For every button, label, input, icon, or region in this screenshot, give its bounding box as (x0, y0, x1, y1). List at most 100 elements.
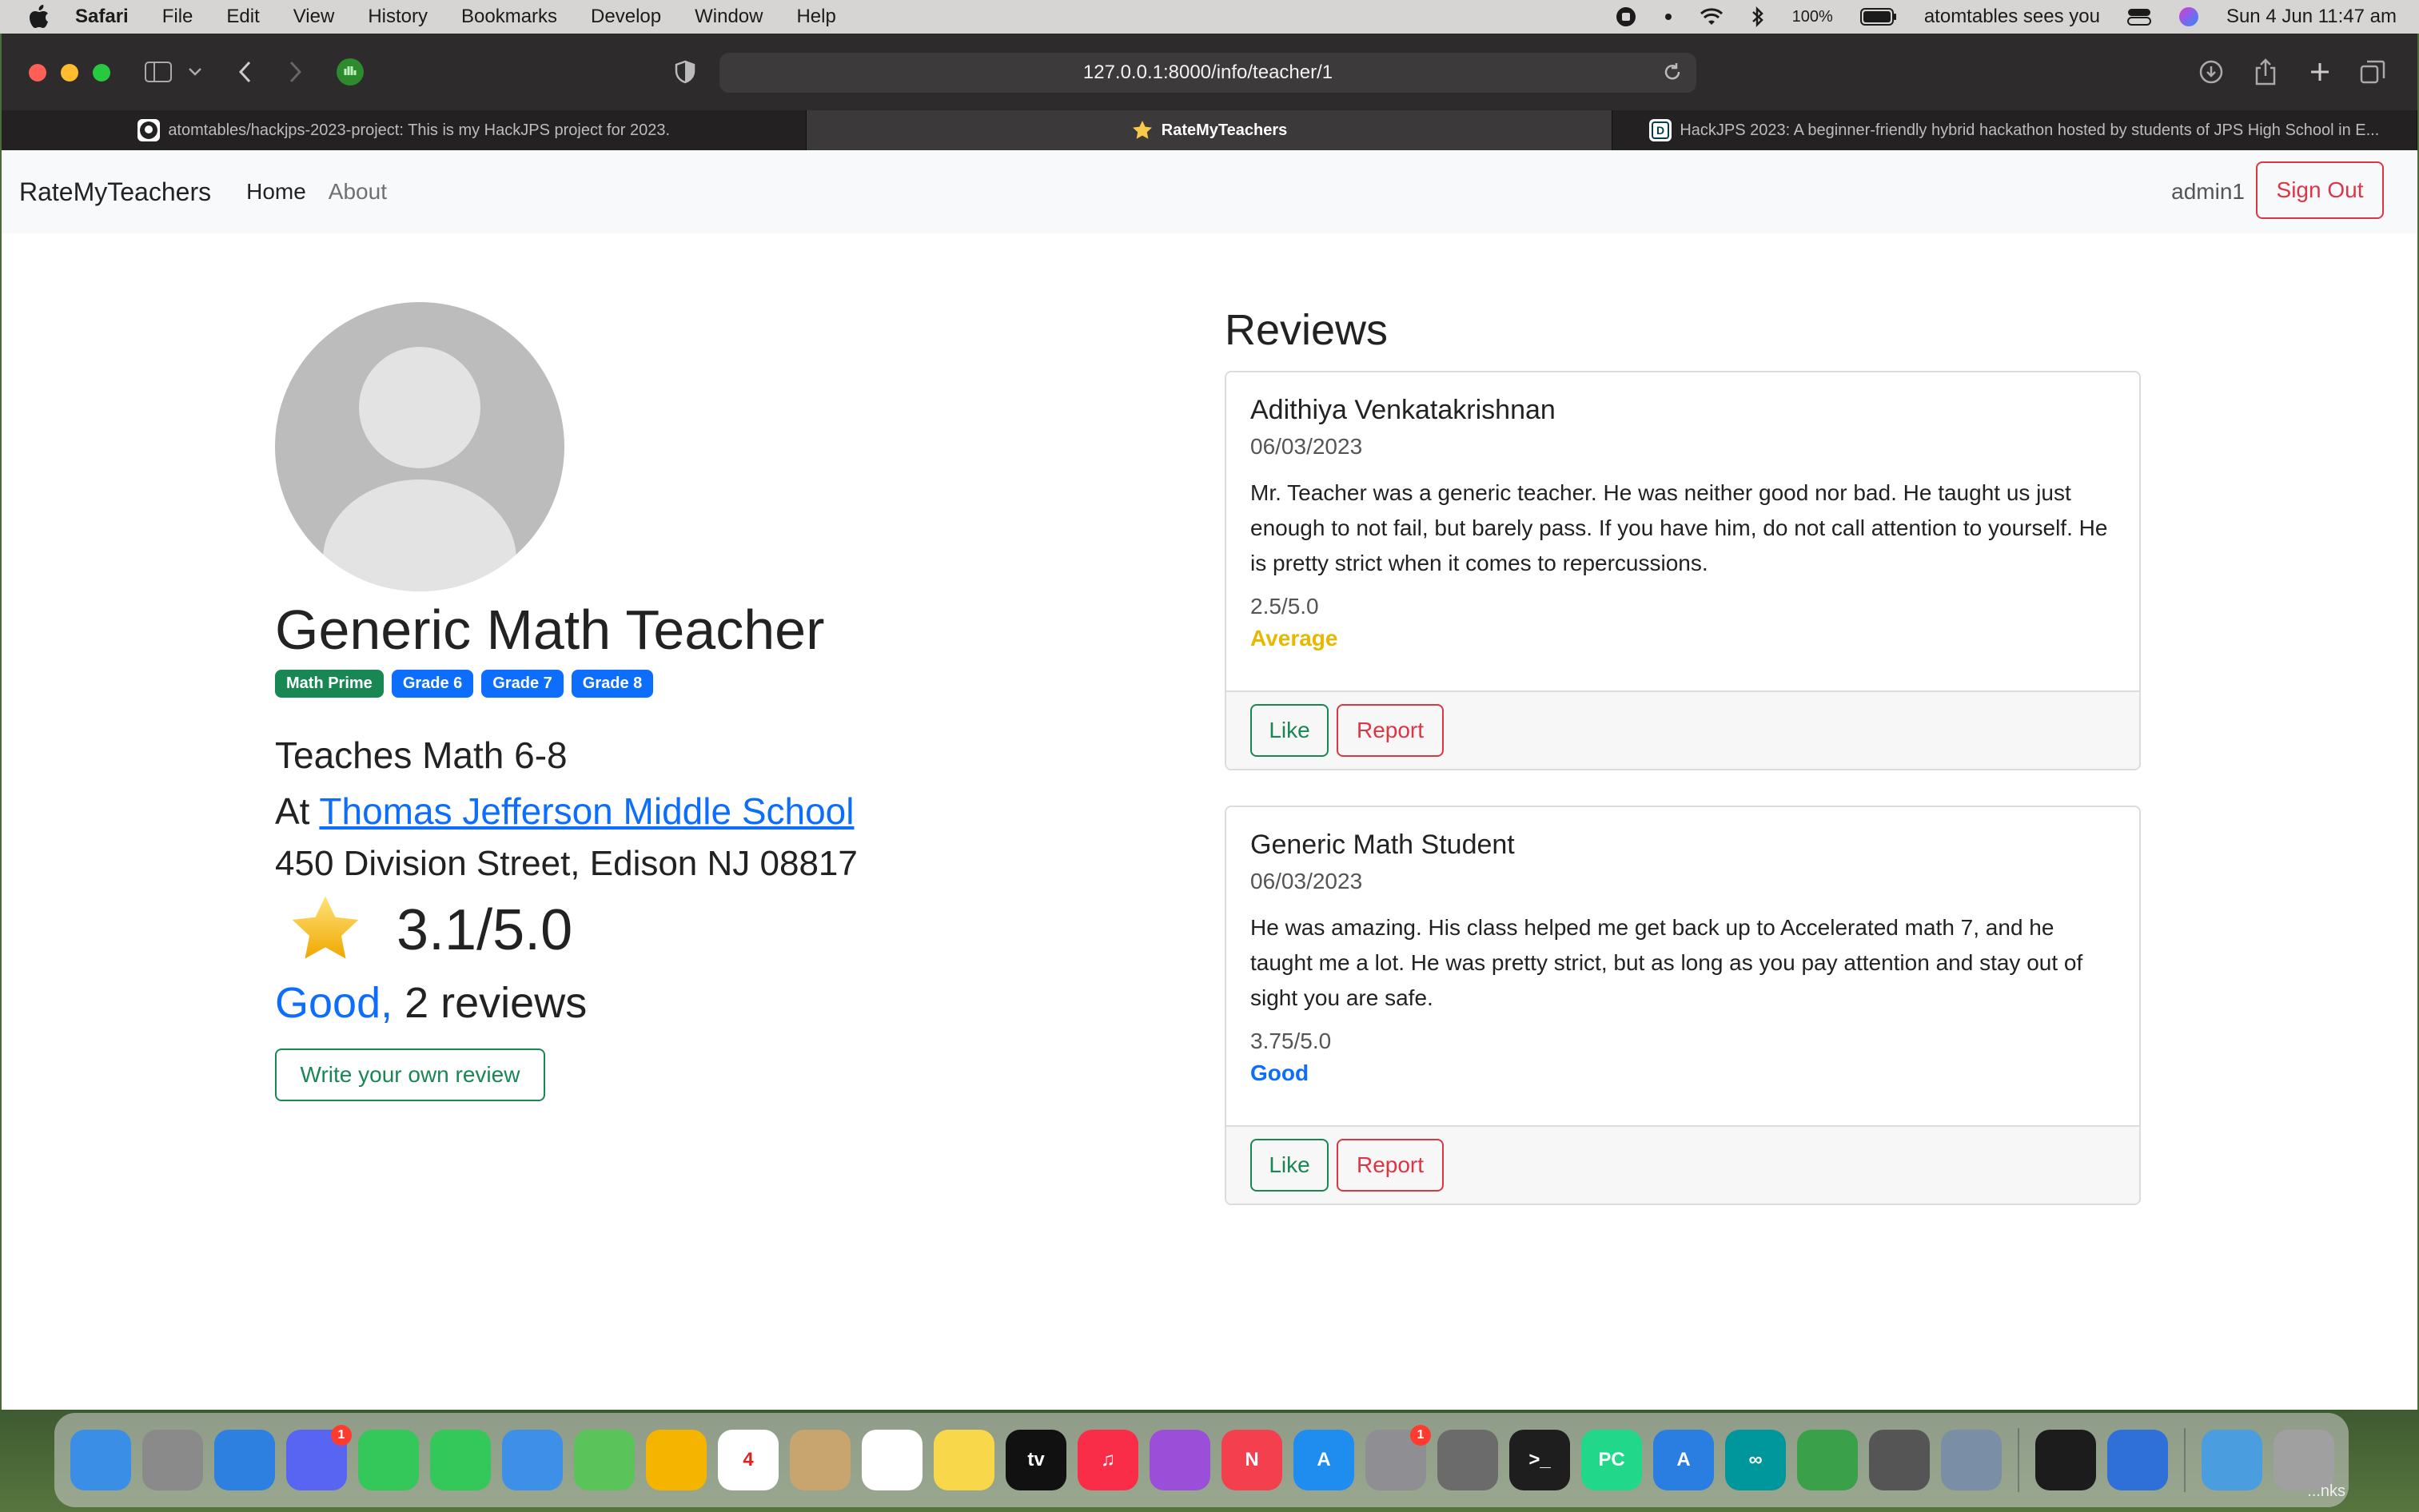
menu-bookmarks[interactable]: Bookmarks (461, 6, 557, 28)
menu-help[interactable]: Help (796, 6, 835, 28)
rating-summary: Good, 2 reviews (275, 978, 587, 1028)
extension-icon[interactable] (334, 54, 366, 90)
like-button[interactable]: Like (1250, 1139, 1329, 1192)
report-button[interactable]: Report (1337, 1139, 1444, 1192)
menu-history[interactable]: History (368, 6, 428, 28)
dock-discord-icon[interactable]: 1 (286, 1425, 352, 1490)
privacy-shield-icon[interactable] (673, 54, 697, 90)
dock-app-store-icon[interactable]: A (1293, 1430, 1354, 1490)
dock-xcode-instruments-icon[interactable]: A (1653, 1430, 1714, 1490)
dock-pycharm-icon[interactable]: PC (1581, 1430, 1642, 1490)
dock-messages-icon[interactable] (358, 1430, 419, 1490)
tab-github[interactable]: atomtables/hackjps-2023-project: This is… (2, 110, 807, 150)
menu-develop[interactable]: Develop (591, 6, 661, 28)
control-center-icon[interactable] (2126, 7, 2151, 26)
dock-safari-icon[interactable] (214, 1430, 275, 1490)
dock-facetime-icon[interactable] (430, 1430, 491, 1490)
siri-icon[interactable] (2178, 6, 2199, 27)
dock-mail-icon[interactable] (502, 1430, 563, 1490)
address-bar[interactable]: 127.0.0.1:8000/info/teacher/1 (719, 53, 1696, 93)
wifi-icon[interactable] (1700, 7, 1724, 26)
review-text: Mr. Teacher was a generic teacher. He wa… (1250, 480, 2108, 575)
battery-icon[interactable] (1859, 8, 1897, 26)
dock-preview-icon[interactable] (1941, 1430, 2002, 1490)
dock-photos-icon[interactable] (646, 1430, 707, 1490)
teacher-badges: Math Prime Grade 6 Grade 7 Grade 8 (275, 670, 654, 698)
dock-compressor-icon[interactable] (1437, 1430, 1498, 1490)
dock-downloads-icon[interactable] (2202, 1430, 2262, 1490)
site-navbar: RateMyTeachers Home About admin1 Sign Ou… (2, 150, 2417, 233)
nav-about[interactable]: About (329, 179, 387, 205)
reviewer-name: Adithiya Venkatakrishnan (1250, 395, 1556, 425)
dock-separator (2018, 1428, 2019, 1492)
close-window-button[interactable] (29, 64, 46, 82)
dock-screenshot-icon[interactable] (1869, 1430, 1930, 1490)
window-controls (29, 64, 110, 82)
url-text: 127.0.0.1:8000/info/teacher/1 (1082, 62, 1333, 83)
site-brand[interactable]: RateMyTeachers (19, 177, 211, 207)
minimize-window-button[interactable] (61, 64, 78, 82)
dock-finder-icon[interactable] (70, 1430, 131, 1490)
review-date: 06/03/2023 (1250, 869, 1363, 893)
sidebar-toggle-icon[interactable] (142, 54, 174, 90)
dock-trash-icon[interactable] (2274, 1430, 2334, 1490)
dock-podcasts-icon[interactable] (1150, 1430, 1210, 1490)
reload-icon[interactable] (1661, 61, 1684, 89)
menu-window[interactable]: Window (695, 6, 763, 28)
star-icon (289, 893, 361, 966)
dock-terminal-icon[interactable]: >_ (1509, 1430, 1570, 1490)
dock-apple-tv-icon[interactable]: tv (1006, 1430, 1066, 1490)
dock-maps-icon[interactable] (574, 1430, 635, 1490)
school-link[interactable]: Thomas Jefferson Middle School (319, 790, 854, 832)
nav-home[interactable]: Home (246, 179, 306, 205)
sign-out-button[interactable]: Sign Out (2256, 161, 2384, 219)
dock-system-settings-icon[interactable]: 1 (1365, 1425, 1431, 1490)
review-rating-word: Average (1250, 626, 1338, 651)
dock-arduino-icon[interactable]: ∞ (1725, 1430, 1786, 1490)
like-button[interactable]: Like (1250, 704, 1329, 757)
dock-contacts-icon[interactable] (790, 1430, 851, 1490)
dock-gns3-icon[interactable] (1797, 1430, 1858, 1490)
screen-record-icon[interactable] (1615, 6, 1637, 28)
apple-icon[interactable] (27, 5, 51, 29)
dock-quicktime-icon[interactable] (2107, 1430, 2168, 1490)
dock-music-icon[interactable]: ♫ (1078, 1430, 1138, 1490)
dock-reminders-icon[interactable] (862, 1430, 923, 1490)
school-prefix: At (275, 790, 320, 832)
back-icon[interactable] (233, 54, 257, 90)
tab-devpost[interactable]: D HackJPS 2023: A beginner-friendly hybr… (1612, 110, 2417, 150)
forward-icon[interactable] (283, 54, 307, 90)
report-button[interactable]: Report (1337, 704, 1444, 757)
bluetooth-icon[interactable] (1751, 6, 1765, 28)
write-review-button[interactable]: Write your own review (275, 1048, 545, 1101)
menu-app-name[interactable]: Safari (75, 6, 129, 28)
dock-launchpad-icon[interactable] (142, 1430, 203, 1490)
devpost-icon: D (1649, 119, 1672, 141)
dock-activity-monitor-icon[interactable] (2035, 1430, 2096, 1490)
downloads-icon[interactable] (2197, 54, 2226, 90)
zoom-window-button[interactable] (93, 64, 110, 82)
dock-news-icon[interactable]: N (1221, 1430, 1282, 1490)
review-score: 2.5/5.0 (1250, 594, 1319, 619)
page-content: RateMyTeachers Home About admin1 Sign Ou… (2, 150, 2417, 1410)
tab-ratemyteachers[interactable]: RateMyTeachers (807, 110, 1612, 150)
review-card: Generic Math Student 06/03/2023 He was a… (1225, 806, 2141, 1205)
clock[interactable]: Sun 4 Jun 11:47 am (2226, 6, 2397, 28)
dock-calendar-icon[interactable]: 4 (718, 1430, 779, 1490)
rating-word: Good, (275, 979, 393, 1027)
review-card: Adithiya Venkatakrishnan 06/03/2023 Mr. … (1225, 371, 2141, 770)
tab-overview-icon[interactable] (2358, 54, 2387, 90)
menu-view[interactable]: View (293, 6, 335, 28)
menu-file[interactable]: File (162, 6, 193, 28)
review-score: 3.75/5.0 (1250, 1029, 1332, 1053)
review-date: 06/03/2023 (1250, 434, 1363, 459)
tab-title: HackJPS 2023: A beginner-friendly hybrid… (1680, 121, 2380, 139)
dock-notes-icon[interactable] (934, 1430, 994, 1490)
share-icon[interactable] (2251, 54, 2280, 90)
battery-percent: 100% (1791, 7, 1833, 26)
new-tab-icon[interactable] (2305, 54, 2334, 90)
chevron-down-icon[interactable] (185, 54, 205, 90)
menu-edit[interactable]: Edit (226, 6, 259, 28)
user-message[interactable]: atomtables sees you (1924, 6, 2100, 28)
tab-title: RateMyTeachers (1161, 121, 1288, 139)
